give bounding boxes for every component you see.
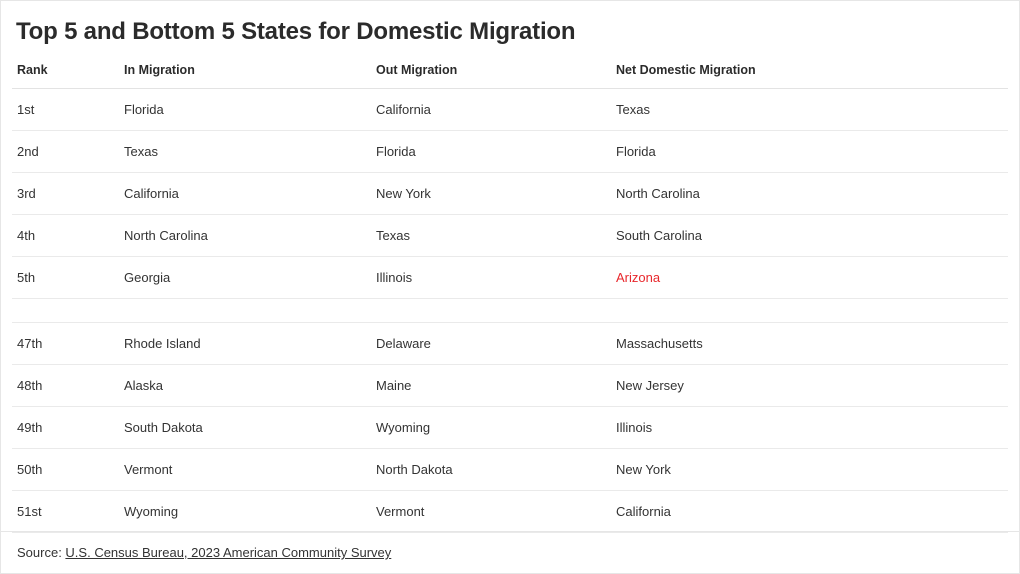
table-header: Rank In Migration Out Migration Net Dome… xyxy=(12,47,1008,89)
cell-in-migration: Georgia xyxy=(119,256,371,299)
cell-in-migration: California xyxy=(119,172,371,215)
cell-out-migration: Florida xyxy=(371,130,611,173)
cell-in-migration: Alaska xyxy=(119,364,371,407)
cell-out-migration: Maine xyxy=(371,364,611,407)
page-title: Top 5 and Bottom 5 States for Domestic M… xyxy=(16,18,576,45)
table-spacer-cell xyxy=(12,298,119,323)
table-spacer-cell xyxy=(119,298,371,323)
cell-out-migration: Vermont xyxy=(371,490,611,533)
source-label: Source: xyxy=(17,545,66,560)
cell-net-domestic-migration: Florida xyxy=(611,130,1008,173)
cell-in-migration: Vermont xyxy=(119,448,371,491)
cell-out-migration: Wyoming xyxy=(371,406,611,449)
cell-in-migration: North Carolina xyxy=(119,214,371,257)
table-row: 49th South Dakota Wyoming Illinois xyxy=(12,406,1008,449)
column-header-rank: Rank xyxy=(12,47,119,89)
column-header-net-domestic-migration: Net Domestic Migration xyxy=(611,47,1008,89)
table-row: 4th North Carolina Texas South Carolina xyxy=(12,214,1008,257)
cell-in-migration: Wyoming xyxy=(119,490,371,533)
table-spacer-row xyxy=(12,298,1008,323)
cell-rank: 49th xyxy=(12,406,119,449)
cell-rank: 47th xyxy=(12,322,119,365)
cell-out-migration: Illinois xyxy=(371,256,611,299)
cell-out-migration: Delaware xyxy=(371,322,611,365)
cell-net-domestic-migration: South Carolina xyxy=(611,214,1008,257)
cell-in-migration: South Dakota xyxy=(119,406,371,449)
cell-rank: 1st xyxy=(12,88,119,131)
cell-in-migration: Rhode Island xyxy=(119,322,371,365)
cell-rank: 2nd xyxy=(12,130,119,173)
cell-net-domestic-migration: New York xyxy=(611,448,1008,491)
cell-net-domestic-migration: Massachusetts xyxy=(611,322,1008,365)
table-row: 50th Vermont North Dakota New York xyxy=(12,448,1008,491)
cell-net-domestic-migration: Illinois xyxy=(611,406,1008,449)
column-header-in-migration: In Migration xyxy=(119,47,371,89)
cell-out-migration: New York xyxy=(371,172,611,215)
cell-rank: 5th xyxy=(12,256,119,299)
source-text: Source: U.S. Census Bureau, 2023 America… xyxy=(1,532,1019,560)
cell-rank: 48th xyxy=(12,364,119,407)
table-row: 47th Rhode Island Delaware Massachusetts xyxy=(12,322,1008,365)
cell-net-domestic-migration: Texas xyxy=(611,88,1008,131)
table-header-row: Rank In Migration Out Migration Net Dome… xyxy=(12,47,1008,89)
cell-in-migration: Florida xyxy=(119,88,371,131)
table-spacer-cell xyxy=(371,298,611,323)
migration-table-card: Top 5 and Bottom 5 States for Domestic M… xyxy=(0,0,1020,574)
cell-net-domestic-migration: California xyxy=(611,490,1008,533)
table-row: 5th Georgia Illinois Arizona xyxy=(12,256,1008,299)
table-spacer-cell xyxy=(611,298,1008,323)
cell-net-domestic-migration: North Carolina xyxy=(611,172,1008,215)
cell-net-domestic-migration-highlighted: Arizona xyxy=(611,256,1008,299)
table-body: 1st Florida California Texas 2nd Texas Florida… xyxy=(12,88,1008,533)
table-row: 1st Florida California Texas xyxy=(12,88,1008,131)
source-link[interactable]: U.S. Census Bureau, 2023 American Commun… xyxy=(65,545,391,560)
cell-net-domestic-migration: New Jersey xyxy=(611,364,1008,407)
source-footer: Source: U.S. Census Bureau, 2023 America… xyxy=(1,531,1019,573)
cell-out-migration: Texas xyxy=(371,214,611,257)
migration-table: Rank In Migration Out Migration Net Dome… xyxy=(12,47,1008,533)
table-row: 51st Wyoming Vermont California xyxy=(12,490,1008,533)
table-row: 3rd California New York North Carolina xyxy=(12,172,1008,215)
cell-rank: 50th xyxy=(12,448,119,491)
cell-rank: 4th xyxy=(12,214,119,257)
cell-rank: 3rd xyxy=(12,172,119,215)
cell-in-migration: Texas xyxy=(119,130,371,173)
column-header-out-migration: Out Migration xyxy=(371,47,611,89)
cell-out-migration: North Dakota xyxy=(371,448,611,491)
cell-rank: 51st xyxy=(12,490,119,533)
table-row: 2nd Texas Florida Florida xyxy=(12,130,1008,173)
cell-out-migration: California xyxy=(371,88,611,131)
table-row: 48th Alaska Maine New Jersey xyxy=(12,364,1008,407)
